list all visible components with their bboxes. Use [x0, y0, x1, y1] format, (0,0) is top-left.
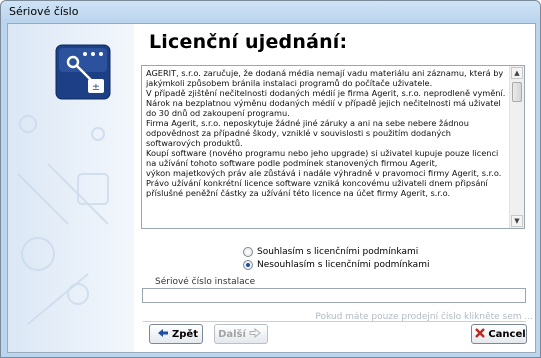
- scroll-down-icon[interactable]: ▼: [511, 215, 523, 227]
- app-logo-icon: ±: [55, 44, 111, 100]
- next-button-label: Další: [218, 328, 246, 340]
- license-paragraph: Firma Agerit, s.r.o. neposkytuje žádné j…: [146, 118, 469, 148]
- dialog-window: Sériové číslo ± Licenční ujednání: AGERI…: [0, 0, 541, 358]
- decline-radio-label: Nesouhlasím s licenčními podmínkami: [257, 260, 430, 270]
- svg-text:±: ±: [92, 82, 100, 93]
- license-paragraph: výkon majetkových práv ale zůstává i nad…: [146, 168, 502, 198]
- serial-number-input[interactable]: [142, 288, 526, 303]
- next-arrow-icon: [249, 327, 261, 341]
- cancel-button-label: Cancel: [488, 328, 526, 340]
- accept-radio[interactable]: [243, 247, 253, 257]
- serial-group-label: Sériové číslo instalace: [155, 277, 256, 287]
- next-button[interactable]: Další: [214, 324, 268, 344]
- accept-radio-option[interactable]: Souhlasím s licenčními podmínkami: [243, 247, 418, 257]
- scroll-thumb[interactable]: [512, 82, 522, 102]
- back-button-label: Zpět: [172, 328, 198, 340]
- back-button[interactable]: Zpět: [149, 324, 203, 344]
- license-paragraph: V případě zjištění nečitelnosti dodaných…: [146, 88, 506, 118]
- sidebar-panel: ±: [8, 24, 134, 352]
- license-scrollbar[interactable]: ▲ ▼: [509, 66, 524, 228]
- page-heading: Licenční ujednání:: [149, 31, 348, 53]
- cancel-button[interactable]: Cancel: [471, 324, 527, 344]
- footer-divider: [143, 321, 526, 322]
- window-title: Sériové číslo: [9, 5, 79, 18]
- license-text: AGERIT, s.r.o. zaručuje, že dodaná média…: [146, 68, 508, 226]
- license-textbox[interactable]: AGERIT, s.r.o. zaručuje, že dodaná média…: [141, 65, 525, 229]
- title-bar[interactable]: Sériové číslo: [1, 1, 540, 23]
- license-paragraph: Koupí software (nového programu nebo jeh…: [146, 148, 499, 168]
- decline-radio[interactable]: [243, 260, 253, 270]
- decline-radio-option[interactable]: Nesouhlasím s licenčními podmínkami: [243, 260, 429, 270]
- back-arrow-icon: [157, 328, 169, 341]
- accept-radio-label: Souhlasím s licenčními podmínkami: [257, 247, 419, 257]
- scroll-up-icon[interactable]: ▲: [511, 67, 523, 79]
- close-icon: [475, 327, 486, 341]
- license-paragraph: AGERIT, s.r.o. zaručuje, že dodaná média…: [146, 68, 504, 88]
